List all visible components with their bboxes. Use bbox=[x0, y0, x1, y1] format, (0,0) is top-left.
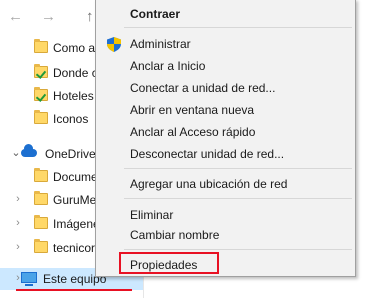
menu-item-label: Abrir en ventana nueva bbox=[130, 103, 255, 117]
navigation-bar: ← → ↑ bbox=[0, 0, 100, 34]
chevron-down-icon[interactable]: ⌄ bbox=[11, 146, 21, 159]
menu-item-label: Contraer bbox=[130, 7, 181, 21]
menu-item-label: Desconectar unidad de red... bbox=[130, 147, 285, 161]
chevron-right-icon[interactable]: › bbox=[13, 217, 23, 229]
menu-item-manage[interactable]: Administrar bbox=[96, 33, 355, 55]
tree-item-folder[interactable]: Documer bbox=[0, 166, 102, 188]
context-menu: Contraer Administrar Anclar a Inicio Con… bbox=[95, 0, 356, 277]
tree-item-label: Hoteles bbox=[53, 89, 94, 103]
folder-icon bbox=[34, 239, 48, 253]
menu-item-label: Anclar a Inicio bbox=[130, 59, 206, 73]
menu-item-label: Agregar una ubicación de red bbox=[130, 177, 288, 191]
onedrive-cloud-icon bbox=[21, 144, 37, 157]
menu-item-disconnect-network-drive[interactable]: Desconectar unidad de red... bbox=[96, 143, 355, 165]
menu-item-label: Cambiar nombre bbox=[130, 228, 220, 242]
folder-icon bbox=[34, 39, 48, 53]
tree-item-folder[interactable]: › GuruMe bbox=[0, 189, 100, 211]
red-underline-annotation bbox=[16, 289, 132, 291]
tree-item-label: Imágene bbox=[53, 217, 100, 231]
menu-separator bbox=[124, 198, 352, 199]
folder-check-icon bbox=[34, 64, 48, 79]
menu-item-label: Conectar a unidad de red... bbox=[130, 81, 276, 95]
tree-item-onedrive[interactable]: ⌄ OneDrive bbox=[0, 143, 100, 165]
folder-icon bbox=[34, 215, 48, 229]
folder-icon bbox=[34, 191, 48, 205]
menu-item-add-network-location[interactable]: Agregar una ubicación de red bbox=[96, 173, 355, 195]
menu-separator bbox=[124, 27, 352, 28]
red-highlight-annotation bbox=[119, 252, 219, 274]
tree-item-folder[interactable]: › tecnicor bbox=[0, 237, 100, 259]
menu-item-label: Anclar al Acceso rápido bbox=[130, 125, 256, 139]
menu-item-pin-start[interactable]: Anclar a Inicio bbox=[96, 55, 355, 77]
tree-item-label: GuruMe bbox=[53, 193, 97, 207]
menu-item-label: Eliminar bbox=[130, 208, 174, 222]
tree-item-folder[interactable]: Como a bbox=[0, 37, 100, 59]
menu-item-map-network-drive[interactable]: Conectar a unidad de red... bbox=[96, 77, 355, 99]
tree-item-label: Iconos bbox=[53, 112, 89, 126]
tree-item-folder[interactable]: Hoteles bbox=[0, 85, 100, 107]
tree-item-label: tecnicor bbox=[53, 241, 96, 255]
uac-shield-icon bbox=[107, 37, 121, 52]
menu-item-rename[interactable]: Cambiar nombre bbox=[96, 224, 355, 246]
tree-item-label: OneDrive bbox=[45, 147, 96, 161]
computer-icon bbox=[21, 272, 37, 286]
up-arrow-icon[interactable]: ↑ bbox=[86, 9, 94, 24]
tree-item-label: Como a bbox=[53, 41, 96, 55]
tree-item-folder[interactable]: Donde c bbox=[0, 62, 100, 84]
tree-item-label: Donde c bbox=[53, 66, 98, 80]
folder-icon bbox=[34, 110, 48, 124]
folder-check-icon bbox=[34, 87, 48, 102]
tree-item-folder[interactable]: › Imágene bbox=[0, 213, 100, 235]
back-arrow-icon[interactable]: ← bbox=[8, 9, 23, 24]
chevron-right-icon[interactable]: › bbox=[13, 241, 23, 253]
tree-item-folder[interactable]: Iconos bbox=[0, 108, 100, 130]
chevron-right-icon[interactable]: › bbox=[13, 193, 23, 205]
menu-item-open-new-window[interactable]: Abrir en ventana nueva bbox=[96, 99, 355, 121]
menu-item-collapse[interactable]: Contraer bbox=[96, 3, 355, 25]
forward-arrow-icon[interactable]: → bbox=[41, 9, 56, 24]
menu-item-label: Administrar bbox=[130, 37, 191, 51]
menu-item-delete[interactable]: Eliminar bbox=[96, 204, 355, 226]
menu-separator bbox=[124, 168, 352, 169]
menu-item-pin-quick-access[interactable]: Anclar al Acceso rápido bbox=[96, 121, 355, 143]
folder-icon bbox=[34, 168, 48, 182]
menu-separator bbox=[124, 249, 352, 250]
